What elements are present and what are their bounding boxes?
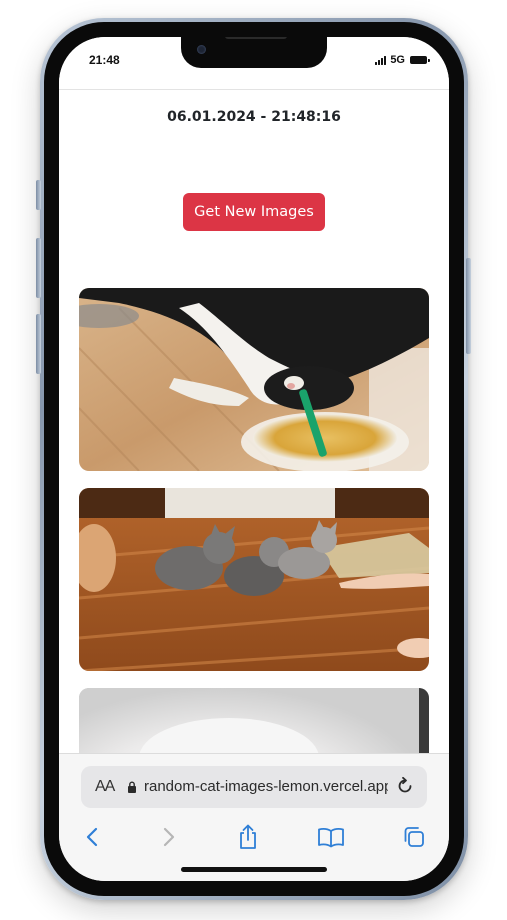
cat-drinking-from-cup-image	[79, 288, 429, 471]
cat-image-card-1	[79, 288, 429, 471]
battery-icon	[410, 56, 430, 64]
volume-down-button	[36, 314, 41, 374]
status-time: 21:48	[89, 53, 120, 67]
back-icon	[86, 827, 98, 847]
home-indicator[interactable]	[181, 867, 327, 872]
tabs-icon	[404, 827, 424, 847]
forward-icon	[163, 827, 175, 847]
silent-switch	[36, 180, 41, 210]
share-button[interactable]	[233, 822, 263, 852]
white-fluffy-cat-image	[79, 688, 429, 753]
web-page-content[interactable]: 06.01.2024 - 21:48:16 Get New Images	[59, 89, 449, 753]
browser-toolbar: AA random-cat-images-lemon.vercel.app	[59, 753, 449, 881]
text-size-button[interactable]: AA	[95, 778, 115, 796]
device-mockup: 21:48 5G 06.01.2024 - 21:48:16 Get New I…	[0, 0, 507, 920]
notch	[181, 37, 327, 68]
network-type-label: 5G	[390, 54, 405, 66]
status-indicators: 5G	[375, 54, 430, 66]
phone-screen: 21:48 5G 06.01.2024 - 21:48:16 Get New I…	[59, 37, 449, 881]
tabs-button[interactable]	[399, 822, 429, 852]
share-icon	[240, 824, 256, 849]
back-button[interactable]	[77, 822, 107, 852]
cat-image-card-2	[79, 488, 429, 671]
url-text: random-cat-images-lemon.vercel.app	[144, 778, 388, 795]
signal-strength-icon	[375, 55, 387, 65]
volume-up-button	[36, 238, 41, 298]
get-new-images-button[interactable]: Get New Images	[183, 193, 325, 231]
reload-icon[interactable]	[395, 776, 415, 796]
forward-button[interactable]	[154, 822, 184, 852]
front-camera	[197, 45, 206, 54]
lock-icon	[128, 781, 136, 793]
earpiece-speaker	[225, 37, 287, 39]
page-timestamp: 06.01.2024 - 21:48:16	[167, 109, 341, 125]
navigation-toolbar	[59, 816, 449, 856]
power-button	[466, 258, 471, 354]
address-bar[interactable]: AA random-cat-images-lemon.vercel.app	[81, 766, 427, 808]
cat-image-card-3	[79, 688, 429, 753]
bookmarks-button[interactable]	[316, 822, 346, 852]
kittens-on-wooden-floor-image	[79, 488, 429, 671]
bookmarks-icon	[318, 827, 344, 848]
